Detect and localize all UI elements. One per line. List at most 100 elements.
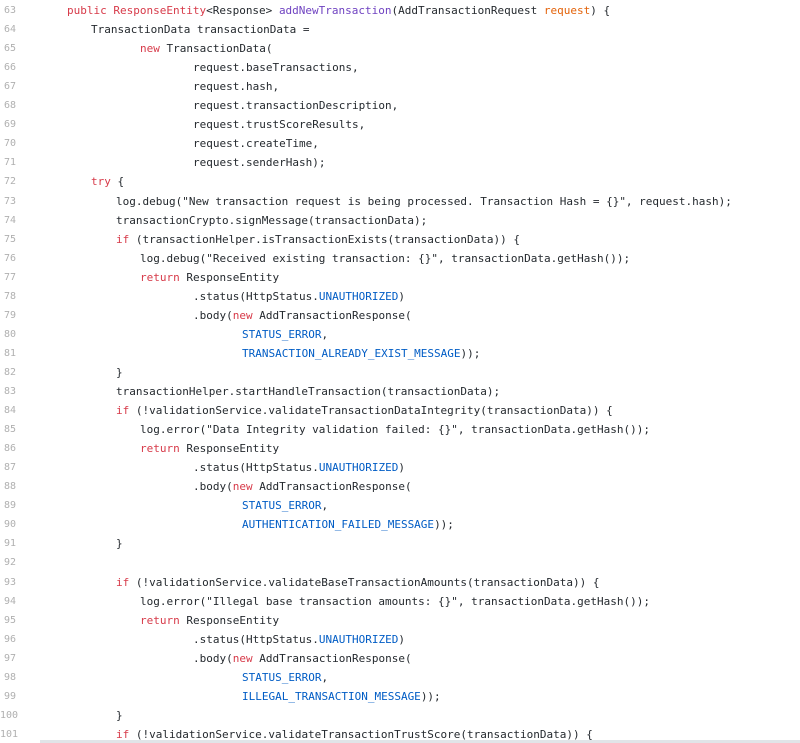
code-line: 64 TransactionData transactionData = (0, 20, 800, 39)
code-token: new (232, 651, 260, 665)
code-token: log.error("Data Integrity validation fai… (140, 423, 650, 437)
code-token: if (116, 404, 136, 418)
code-token: ResponseEntity (186, 613, 280, 627)
code-token: return (140, 442, 187, 456)
code-token: AUTHENTICATION_FAILED_MESSAGE (242, 518, 435, 532)
code-token: STATUS_ERROR (242, 327, 322, 341)
code-token: STATUS_ERROR (242, 499, 322, 513)
code-token: TransactionData transactionData = (91, 23, 310, 37)
line-code: AUTHENTICATION_FAILED_MESSAGE)); (242, 515, 454, 534)
code-line: 73 log.debug("New transaction request is … (0, 192, 800, 211)
line-number: 99 (3, 690, 16, 702)
code-token: ResponseEntity (186, 270, 280, 284)
code-token: transactionHelper.startHandleTransaction… (116, 385, 501, 398)
code-line: 71 request.senderHash); (0, 153, 800, 172)
line-code: ILLEGAL_TRANSACTION_MESSAGE)); (242, 687, 441, 706)
code-token: if (116, 232, 136, 246)
line-code: request.createTime, (193, 134, 319, 153)
line-number: 89 (3, 500, 16, 512)
code-token: AddTransactionResponse( (259, 308, 412, 322)
code-token: new (232, 308, 260, 322)
code-token: log.debug("New transaction request is be… (116, 194, 732, 208)
line-number: 86 (3, 443, 16, 455)
code-token: )); (460, 346, 481, 360)
line-code: return ResponseEntity (140, 611, 279, 630)
code-token: new (232, 480, 260, 494)
code-line: 94 log.error("Illegal base transaction am… (0, 592, 800, 611)
code-token: public (67, 4, 114, 17)
code-token: log.error("Illegal base transaction amou… (140, 594, 650, 608)
code-line: 80 STATUS_ERROR, (0, 325, 800, 344)
line-number: 95 (3, 614, 16, 626)
code-token: log.debug("Received existing transaction… (140, 251, 631, 265)
line-number: 101 (0, 728, 19, 740)
line-code: request.trustScoreResults, (193, 115, 365, 134)
code-line: 90 AUTHENTICATION_FAILED_MESSAGE)); (0, 515, 800, 534)
line-number: 76 (3, 252, 16, 264)
line-code: request.transactionDescription, (193, 96, 398, 115)
code-token: } (116, 708, 123, 722)
line-number: 63 (3, 5, 16, 16)
code-line: 83 transactionHelper.startHandleTransacti… (0, 382, 800, 401)
line-number: 74 (3, 214, 16, 226)
line-number: 91 (3, 538, 16, 550)
line-code: if (!validationService.validateTransacti… (116, 725, 593, 743)
code-token: .body( (193, 651, 233, 665)
code-token: transactionCrypto.signMessage(transactio… (116, 213, 428, 227)
code-token: , (321, 327, 329, 341)
code-line: 66 request.baseTransactions, (0, 58, 800, 77)
line-number: 79 (3, 309, 16, 321)
code-token: ) (398, 289, 405, 303)
line-number: 75 (3, 233, 16, 245)
code-token: .body( (193, 308, 233, 322)
code-token: (AddTransactionRequest (391, 4, 544, 17)
line-number: 84 (3, 405, 16, 417)
line-code: .status(HttpStatus.UNAUTHORIZED) (193, 458, 405, 477)
code-line: 99 ILLEGAL_TRANSACTION_MESSAGE)); (0, 687, 800, 706)
line-number: 72 (3, 176, 16, 188)
line-number: 73 (3, 195, 16, 207)
line-number: 92 (3, 557, 16, 569)
code-token: (!validationService.validateBaseTransact… (135, 575, 600, 589)
line-number: 71 (3, 157, 16, 169)
code-token: TRANSACTION_ALREADY_EXIST_MESSAGE (242, 346, 461, 360)
code-token: TransactionData( (166, 42, 273, 56)
line-code: STATUS_ERROR, (242, 496, 328, 515)
code-token: .status(HttpStatus. (193, 289, 319, 303)
code-token: request.hash, (193, 80, 280, 94)
line-code: .status(HttpStatus.UNAUTHORIZED) (193, 630, 405, 649)
code-line: 76 log.debug("Received existing transacti… (0, 249, 800, 268)
line-code: STATUS_ERROR, (242, 325, 328, 344)
code-line: 88 .body(new AddTransactionResponse( (0, 477, 800, 496)
line-number: 83 (3, 386, 16, 397)
code-token: , (321, 499, 329, 513)
code-token: ResponseEntity (186, 442, 280, 456)
line-number: 81 (3, 347, 16, 359)
code-token: return (140, 270, 187, 284)
line-number: 70 (3, 138, 16, 150)
line-number: 90 (3, 519, 16, 531)
line-number: 68 (3, 100, 16, 112)
line-code: new TransactionData( (140, 39, 272, 58)
code-token: AddTransactionResponse( (259, 480, 412, 494)
line-number: 64 (3, 24, 16, 36)
code-line: 63 public ResponseEntity<Response> addNew… (0, 1, 800, 20)
code-token: ILLEGAL_TRANSACTION_MESSAGE (242, 689, 421, 703)
line-code: request.hash, (193, 77, 279, 96)
code-line: 78 .status(HttpStatus.UNAUTHORIZED) (0, 287, 800, 306)
line-number: 67 (3, 81, 16, 93)
code-token: ) { (590, 4, 611, 17)
code-line: 92 (0, 553, 800, 572)
code-token: ) (398, 461, 405, 475)
line-number: 88 (3, 481, 16, 493)
code-token: if (116, 575, 136, 589)
line-code: .body(new AddTransactionResponse( (193, 306, 412, 325)
code-line: 79 .body(new AddTransactionResponse( (0, 306, 800, 325)
code-line: 65 new TransactionData( (0, 39, 800, 58)
code-token: request.transactionDescription, (193, 99, 399, 113)
code-token: request.createTime, (193, 137, 319, 151)
line-code: public ResponseEntity<Response> addNewTr… (67, 1, 610, 20)
line-code: transactionHelper.startHandleTransaction… (116, 382, 500, 401)
line-code: return ResponseEntity (140, 439, 279, 458)
code-line: 91} (0, 534, 800, 553)
